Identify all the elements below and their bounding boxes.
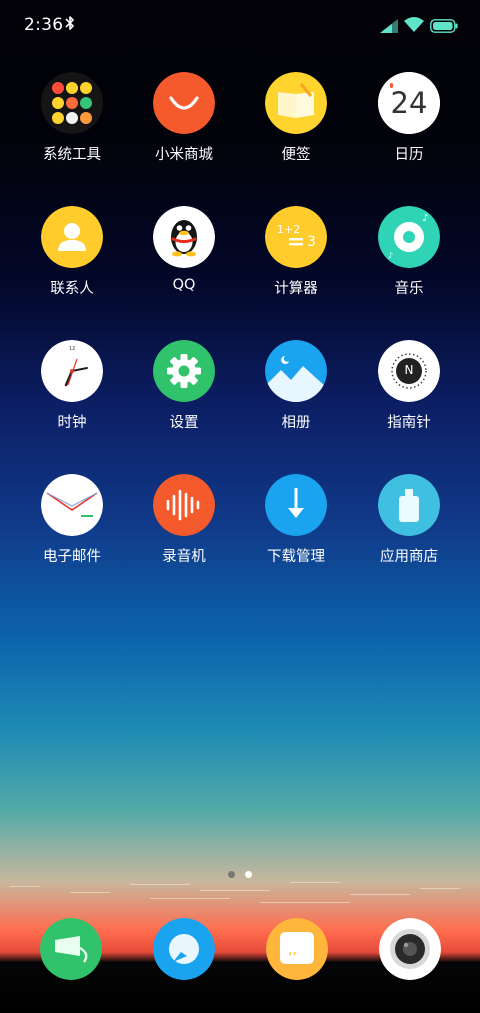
download-icon — [265, 474, 327, 536]
svg-text:♪: ♪ — [388, 251, 393, 260]
gear-icon — [153, 340, 215, 402]
page-dot-2[interactable] — [245, 871, 252, 878]
app-compass[interactable]: N 指南针 — [349, 340, 469, 460]
notes-icon — [265, 72, 327, 134]
status-time: 2:36 — [24, 15, 64, 35]
mi-store-icon — [153, 72, 215, 134]
app-label: 设置 — [169, 415, 199, 431]
svg-text:♪: ♪ — [422, 213, 428, 224]
app-download-manager[interactable]: 下载管理 — [236, 474, 356, 594]
app-qq[interactable]: QQ — [124, 206, 244, 326]
app-gallery[interactable]: 相册 — [236, 340, 356, 460]
app-label: 相册 — [281, 415, 311, 431]
battery-icon — [430, 18, 458, 33]
dock-phone[interactable] — [40, 918, 102, 980]
contacts-icon — [41, 206, 103, 268]
app-label: 应用商店 — [380, 549, 438, 565]
email-icon — [41, 474, 103, 536]
app-label: QQ — [172, 277, 196, 293]
app-label: 下载管理 — [267, 549, 325, 565]
compass-icon: N — [378, 340, 440, 402]
app-label: 电子邮件 — [43, 549, 101, 565]
page-dot-1[interactable] — [228, 871, 235, 878]
svg-text:12: 12 — [69, 346, 75, 352]
calendar-date: 24 — [390, 86, 428, 120]
page-indicator — [0, 871, 480, 881]
app-email[interactable]: 电子邮件 — [12, 474, 132, 594]
app-notes[interactable]: 便签 — [236, 72, 356, 192]
app-store-icon — [378, 474, 440, 536]
app-calendar[interactable]: 24 日历 — [349, 72, 469, 192]
app-music[interactable]: ♪ ♪ 音乐 — [349, 206, 469, 326]
camera-icon — [379, 918, 441, 980]
bluetooth-icon — [64, 14, 76, 34]
svg-text:,,: ,, — [288, 942, 297, 958]
app-settings[interactable]: 设置 — [124, 340, 244, 460]
phone-icon — [40, 918, 102, 980]
app-system-tools[interactable]: 系统工具 — [12, 72, 132, 192]
gallery-icon — [265, 340, 327, 402]
app-contacts[interactable]: 联系人 — [12, 206, 132, 326]
recorder-icon — [153, 474, 215, 536]
app-label: 联系人 — [50, 281, 94, 297]
app-label: 小米商城 — [155, 147, 213, 163]
status-bar: 2:36 — [0, 0, 480, 52]
qq-penguin-icon — [153, 206, 215, 268]
messages-icon: ,, — [266, 918, 328, 980]
calculator-formula: 1+2 — [277, 223, 301, 236]
app-label: 便签 — [281, 147, 311, 163]
cellular-signal-icon — [380, 18, 398, 33]
wifi-icon — [404, 17, 424, 32]
system-tools-folder-icon — [41, 72, 103, 134]
app-label: 指南针 — [387, 415, 431, 431]
calculator-result: 3 — [307, 234, 316, 250]
app-app-store[interactable]: 应用商店 — [349, 474, 469, 594]
app-label: 音乐 — [394, 281, 424, 297]
app-calculator[interactable]: 1+2 3 计算器 — [236, 206, 356, 326]
browser-icon — [153, 918, 215, 980]
compass-letter: N — [404, 363, 414, 377]
app-mi-store[interactable]: 小米商城 — [124, 72, 244, 192]
app-label: 时钟 — [57, 415, 87, 431]
clock-icon: 12 — [41, 340, 103, 402]
app-label: 计算器 — [274, 281, 318, 297]
app-recorder[interactable]: 录音机 — [124, 474, 244, 594]
dock-browser[interactable] — [153, 918, 215, 980]
app-label: 系统工具 — [43, 147, 101, 163]
dock-camera[interactable] — [379, 918, 441, 980]
calendar-icon: 24 — [378, 72, 440, 134]
dock-messages[interactable]: ,, — [266, 918, 328, 980]
music-icon: ♪ ♪ — [378, 206, 440, 268]
app-clock[interactable]: 12 时钟 — [12, 340, 132, 460]
app-label: 日历 — [394, 147, 424, 163]
dock: ,, — [0, 916, 480, 982]
app-label: 录音机 — [162, 549, 206, 565]
calculator-icon: 1+2 3 — [265, 206, 327, 268]
